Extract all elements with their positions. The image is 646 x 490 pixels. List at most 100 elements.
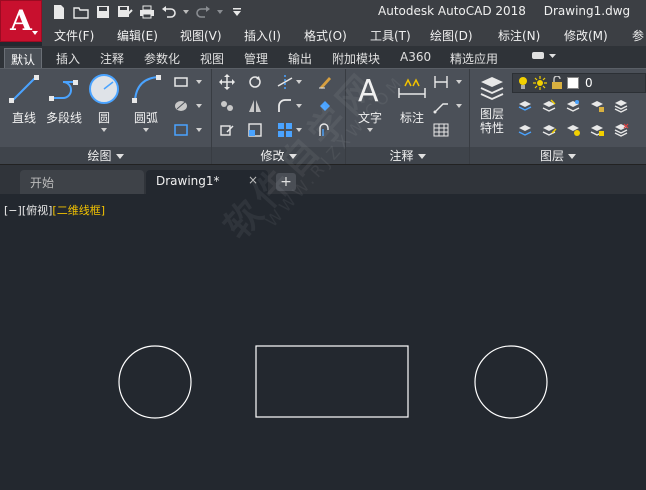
tab-view[interactable]: 视图 — [194, 48, 230, 68]
leader-dropdown-icon[interactable] — [456, 104, 462, 108]
linear-dimension-icon[interactable] — [432, 73, 450, 91]
line-label: 直线 — [11, 111, 36, 125]
ribbon-minimize-icon — [532, 52, 556, 59]
layer-isolate-icon[interactable] — [540, 97, 558, 115]
move-icon[interactable] — [218, 73, 236, 91]
lightbulb-icon — [519, 77, 527, 89]
menu-more[interactable]: 参 — [632, 27, 644, 44]
arc-tool[interactable]: 圆弧 — [124, 71, 168, 132]
chevron-down-icon — [32, 31, 38, 35]
tab-annotate[interactable]: 注释 — [94, 48, 130, 68]
layer-merge-icon[interactable] — [612, 121, 630, 139]
dimension-label: 标注 — [399, 111, 424, 125]
annotation-panel-title[interactable]: 注释 — [346, 147, 469, 165]
sun-icon — [533, 76, 547, 90]
layer-dropdown[interactable]: 0 — [512, 73, 646, 93]
hatch-dropdown-icon[interactable] — [196, 104, 202, 108]
tab-featured-apps[interactable]: 精选应用 — [444, 48, 504, 68]
layer-properties-label-2: 特性 — [479, 121, 504, 135]
new-file-icon[interactable] — [50, 3, 68, 21]
rectangle-dropdown-icon[interactable] — [196, 80, 202, 84]
layer-color-swatch — [567, 77, 579, 89]
drawing-geometry — [118, 345, 548, 419]
polyline-icon — [46, 71, 82, 107]
tab-drawing1-label: Drawing1* — [156, 174, 220, 188]
trim-dropdown-icon[interactable] — [296, 80, 302, 84]
tab-home[interactable]: 默认 — [4, 48, 43, 68]
region-dropdown-icon[interactable] — [196, 128, 202, 132]
layer-match-icon[interactable] — [612, 97, 630, 115]
menu-modify[interactable]: 修改(M) — [564, 27, 608, 44]
layer-stack-icon — [474, 71, 510, 107]
layer-change-icon[interactable] — [540, 121, 558, 139]
menu-dimension[interactable]: 标注(N) — [498, 27, 540, 44]
quick-access-toolbar — [50, 3, 246, 21]
tab-insert[interactable]: 插入 — [50, 48, 86, 68]
menu-tools[interactable]: 工具(T) — [370, 27, 411, 44]
tab-start[interactable]: 开始 — [20, 170, 144, 194]
tab-a360[interactable]: A360 — [394, 48, 437, 68]
layer-properties-tool[interactable]: 图层 特性 — [470, 71, 514, 135]
mirror-icon[interactable] — [246, 97, 264, 115]
arc-dropdown-icon[interactable] — [143, 128, 149, 132]
table-icon[interactable] — [432, 121, 450, 139]
circle-dropdown-icon[interactable] — [101, 128, 107, 132]
print-icon[interactable] — [138, 3, 156, 21]
arc-label: 圆弧 — [133, 111, 158, 125]
save-as-icon[interactable] — [116, 3, 134, 21]
region-icon[interactable] — [172, 121, 190, 139]
menu-draw[interactable]: 绘图(D) — [430, 27, 473, 44]
hatch-icon[interactable] — [172, 97, 190, 115]
application-menu-button[interactable]: A — [0, 0, 42, 42]
trim-icon[interactable] — [276, 73, 294, 91]
circle-right[interactable] — [474, 345, 548, 419]
rectangle-icon[interactable] — [172, 73, 190, 91]
save-icon[interactable] — [94, 3, 112, 21]
layer-off-icon[interactable] — [516, 97, 534, 115]
redo-icon[interactable] — [194, 3, 212, 21]
polyline-tool[interactable]: 多段线 — [42, 71, 86, 125]
stretch-icon[interactable] — [218, 121, 236, 139]
layer-freeze-icon[interactable] — [564, 97, 582, 115]
chevron-down-icon — [417, 154, 426, 159]
title-bar: Autodesk AutoCAD 2018 Drawing1.dwg — [0, 0, 646, 24]
tab-parametric[interactable]: 参数化 — [138, 48, 186, 68]
tab-manage[interactable]: 管理 — [238, 48, 274, 68]
chevron-down-icon — [115, 154, 124, 159]
linear-dimension-dropdown-icon[interactable] — [456, 80, 462, 84]
rectangle-center[interactable] — [255, 345, 409, 418]
menu-insert[interactable]: 插入(I) — [244, 27, 281, 44]
scale-icon[interactable] — [246, 121, 264, 139]
fillet-icon[interactable] — [276, 97, 294, 115]
undo-dropdown-icon[interactable] — [182, 3, 190, 21]
draw-panel-title[interactable]: 绘图 — [0, 147, 211, 165]
document-name: Drawing1.dwg — [543, 4, 631, 18]
app-name: Autodesk AutoCAD 2018 — [378, 4, 526, 18]
menu-format[interactable]: 格式(O) — [304, 27, 347, 44]
rotate-icon[interactable] — [246, 73, 264, 91]
layer-make-current-icon[interactable] — [516, 121, 534, 139]
customize-qat-icon[interactable] — [228, 3, 246, 21]
circle-tool[interactable]: 圆 — [82, 71, 126, 132]
layers-panel-title[interactable]: 图层 — [470, 147, 646, 165]
tab-output[interactable]: 输出 — [282, 48, 318, 68]
drawing-area[interactable]: [−][俯视][二维线框] 软件自学网 WWW.RJZXW.COM — [0, 64, 646, 490]
circle-left[interactable] — [118, 345, 192, 419]
redo-dropdown-icon[interactable] — [216, 3, 224, 21]
menu-file[interactable]: 文件(F) — [54, 27, 94, 44]
layer-thaw-icon[interactable] — [564, 121, 582, 139]
fillet-dropdown-icon[interactable] — [296, 104, 302, 108]
menu-edit[interactable]: 编辑(E) — [117, 27, 158, 44]
leader-icon[interactable] — [432, 97, 450, 115]
menu-bar: 文件(F) 编辑(E) 视图(V) 插入(I) 格式(O) 工具(T) 绘图(D… — [42, 24, 646, 46]
layer-unlock-icon[interactable] — [588, 121, 606, 139]
draw-panel: 直线 多段线 圆 圆弧 绘图 — [0, 69, 212, 165]
open-folder-icon[interactable] — [72, 3, 90, 21]
layer-lock-icon[interactable] — [588, 97, 606, 115]
undo-icon[interactable] — [160, 3, 178, 21]
line-tool[interactable]: 直线 — [2, 71, 46, 125]
copy-icon[interactable] — [218, 97, 236, 115]
ribbon-display-toggle[interactable] — [524, 48, 564, 68]
menu-view[interactable]: 视图(V) — [180, 27, 222, 44]
polyline-label: 多段线 — [45, 111, 82, 125]
